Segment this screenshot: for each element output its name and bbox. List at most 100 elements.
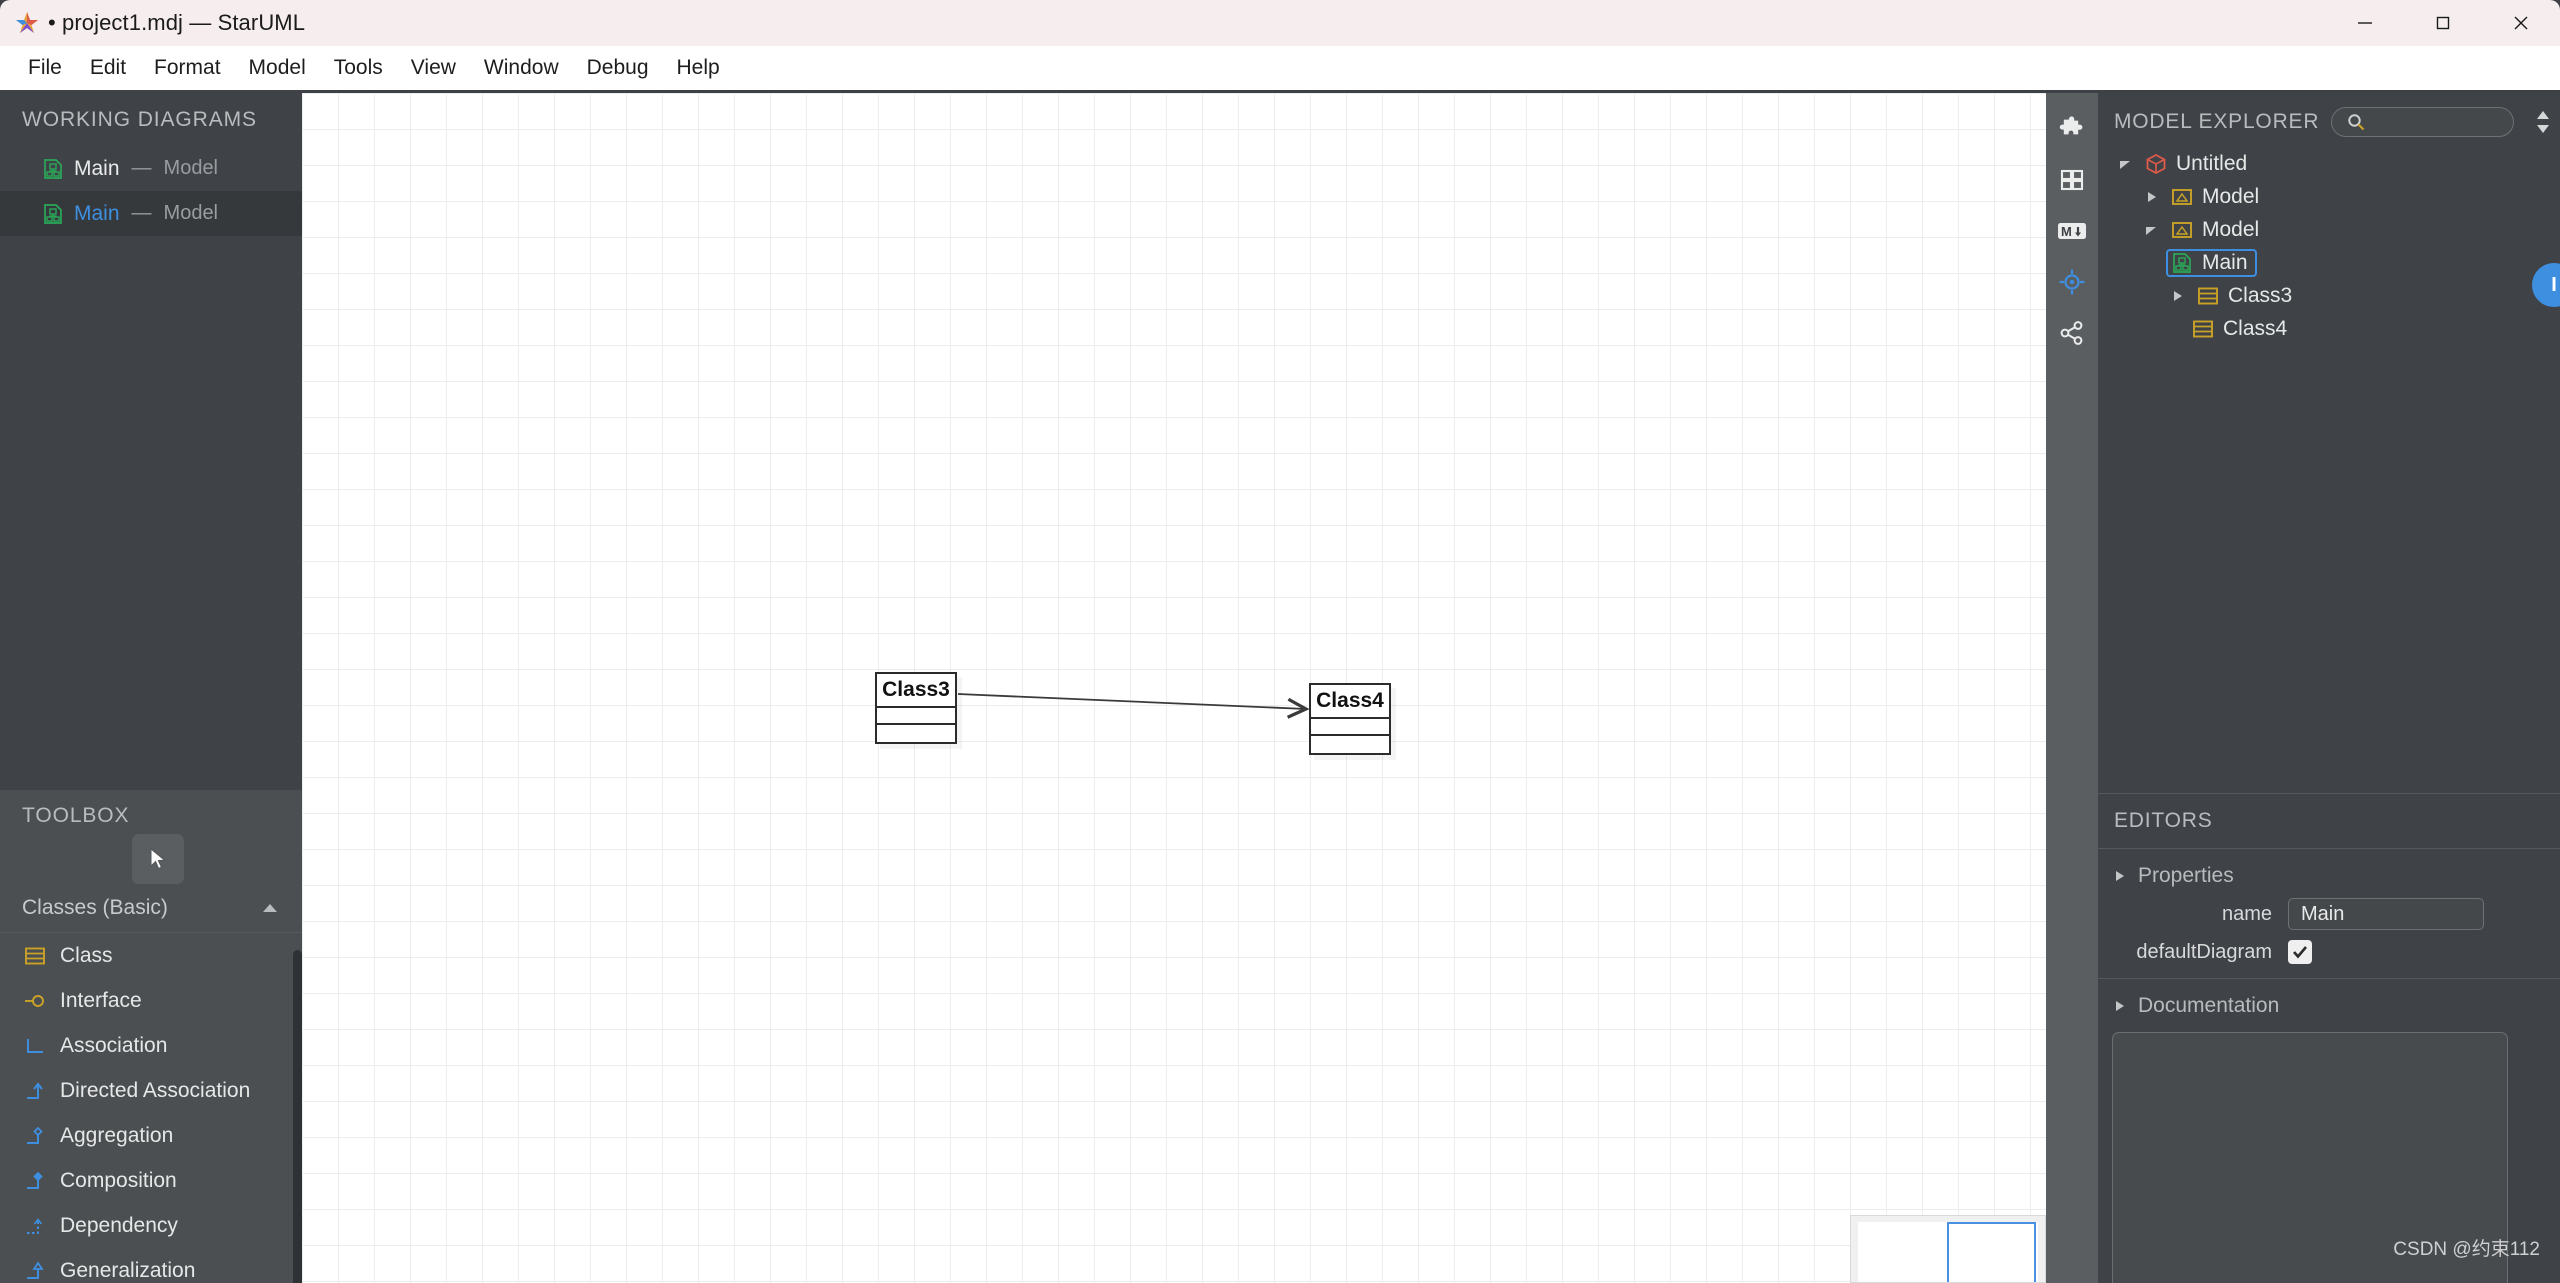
properties-section-header[interactable]: Properties <box>2098 848 2560 888</box>
right-icon-rail: M <box>2046 93 2098 1283</box>
folder-model-icon <box>2171 220 2193 240</box>
tree-item-model-2[interactable]: Model <box>2098 213 2560 246</box>
tool-label: Interface <box>60 988 142 1012</box>
twisty-right-icon[interactable] <box>2112 869 2126 883</box>
project-icon <box>2145 153 2167 175</box>
interface-icon <box>24 991 46 1011</box>
menu-item-format[interactable]: Format <box>140 52 235 84</box>
menu-item-tools[interactable]: Tools <box>320 52 397 84</box>
tree-item-untitled[interactable]: Untitled <box>2098 147 2560 180</box>
association-icon <box>24 1036 46 1056</box>
panels-icon[interactable] <box>2046 158 2098 201</box>
tool-item-association[interactable]: Association <box>0 1023 302 1068</box>
cursor-tool-button[interactable] <box>132 834 184 884</box>
working-diagram-name: Main <box>74 156 120 180</box>
name-input[interactable]: Main <box>2288 898 2484 930</box>
puzzle-icon[interactable] <box>2046 107 2098 150</box>
folder-model-icon <box>2171 187 2193 207</box>
property-row-name: name Main <box>2098 888 2560 930</box>
working-diagram-type: Model <box>163 157 219 179</box>
model-explorer-header: MODEL EXPLORER <box>2098 93 2560 147</box>
twisty-down-icon[interactable] <box>2140 223 2162 237</box>
target-icon[interactable] <box>2046 260 2098 303</box>
uml-operations-compartment <box>1311 736 1389 753</box>
sort-updown-icon[interactable] <box>2526 109 2560 135</box>
tree-item-label: Class4 <box>2223 316 2288 340</box>
twisty-right-icon[interactable] <box>2140 190 2162 204</box>
uml-operations-compartment <box>877 725 955 742</box>
toolbox-group-label: Classes (Basic) <box>22 896 168 919</box>
twisty-down-icon[interactable] <box>2114 157 2136 171</box>
twisty-right-icon[interactable] <box>2112 999 2126 1013</box>
tool-label: Composition <box>60 1168 177 1192</box>
title-bar: • project1.mdj — StarUML <box>0 0 2560 46</box>
toolbox-scrollbar[interactable] <box>293 950 302 1283</box>
menu-item-file[interactable]: File <box>14 52 76 84</box>
tree-item-main[interactable]: Main <box>2098 246 2560 279</box>
tree-item-model-1[interactable]: Model <box>2098 180 2560 213</box>
working-diagram-dash: — <box>131 157 152 179</box>
tree-item-class4[interactable]: Class4 <box>2098 312 2560 345</box>
diagram-icon <box>42 158 64 180</box>
dependency-icon <box>24 1216 46 1236</box>
tree-item-label: Class3 <box>2228 283 2293 307</box>
tool-item-composition[interactable]: Composition <box>0 1158 302 1203</box>
tool-item-aggregation[interactable]: Aggregation <box>0 1113 302 1158</box>
close-button[interactable] <box>2482 0 2560 46</box>
composition-icon <box>24 1171 46 1191</box>
section-label: Documentation <box>2138 994 2280 1017</box>
menu-item-edit[interactable]: Edit <box>76 52 140 84</box>
working-diagram-name: Main <box>74 201 120 225</box>
maximize-button[interactable] <box>2404 0 2482 46</box>
twisty-right-icon[interactable] <box>2166 289 2188 303</box>
search-icon <box>2346 112 2366 132</box>
tool-item-directed-association[interactable]: Directed Association <box>0 1068 302 1113</box>
cursor-icon <box>147 847 169 871</box>
tree-item-class3[interactable]: Class3 <box>2098 279 2560 312</box>
model-explorer-search[interactable] <box>2331 107 2514 137</box>
section-label: Properties <box>2138 864 2234 887</box>
toolbox-panel: TOOLBOX Classes (Basic) Class Interface … <box>0 790 302 1283</box>
working-diagram-type: Model <box>163 202 219 224</box>
menu-item-model[interactable]: Model <box>235 52 320 84</box>
model-explorer-title: MODEL EXPLORER <box>2114 110 2320 133</box>
svg-text:M: M <box>2061 224 2072 239</box>
working-diagram-item-1[interactable]: Main — Model <box>0 146 302 191</box>
tool-label: Class <box>60 943 113 967</box>
documentation-section-header[interactable]: Documentation <box>2098 978 2560 1018</box>
editors-title: EDITORS <box>2114 809 2213 832</box>
minimize-button[interactable] <box>2326 0 2404 46</box>
window-controls <box>2326 0 2560 46</box>
uml-class-Class4[interactable]: Class4 <box>1309 683 1391 755</box>
uml-class-Class3[interactable]: Class3 <box>875 672 957 744</box>
tool-label: Aggregation <box>60 1123 174 1147</box>
tool-item-class[interactable]: Class <box>0 933 302 978</box>
tool-item-interface[interactable]: Interface <box>0 978 302 1023</box>
minimap-viewport[interactable] <box>1947 1222 2036 1282</box>
menu-item-window[interactable]: Window <box>470 52 573 84</box>
staruml-star-icon <box>14 10 40 36</box>
property-label: defaultDiagram <box>2136 940 2272 963</box>
markdown-icon[interactable]: M <box>2046 209 2098 252</box>
menu-item-help[interactable]: Help <box>663 52 734 84</box>
left-sidebar: WORKING DIAGRAMS Main — Model Main — Mod… <box>0 90 302 1283</box>
tree-item-label: Model <box>2202 184 2260 208</box>
chevron-up-icon <box>262 902 278 914</box>
tree-item-label: Model <box>2202 217 2260 241</box>
association-connector[interactable] <box>957 693 1306 709</box>
uml-attributes-compartment <box>877 708 955 725</box>
toolbox-group-classes-basic[interactable]: Classes (Basic) <box>0 884 302 933</box>
menu-item-debug[interactable]: Debug <box>573 52 663 84</box>
working-diagram-item-2[interactable]: Main — Model <box>0 191 302 236</box>
menu-item-view[interactable]: View <box>397 52 470 84</box>
share-icon[interactable] <box>2046 311 2098 354</box>
tool-item-dependency[interactable]: Dependency <box>0 1203 302 1248</box>
tool-item-generalization[interactable]: Generalization <box>0 1248 302 1283</box>
toolbox-title: TOOLBOX <box>22 804 130 827</box>
directed-association-icon <box>24 1081 46 1101</box>
diagram-icon <box>2171 252 2193 274</box>
minimap-panel[interactable] <box>1850 1215 2046 1283</box>
working-diagrams-title: WORKING DIAGRAMS <box>22 108 257 131</box>
diagram-canvas[interactable]: Class3 Class4 <box>302 93 2046 1283</box>
default-diagram-checkbox[interactable] <box>2288 940 2312 964</box>
